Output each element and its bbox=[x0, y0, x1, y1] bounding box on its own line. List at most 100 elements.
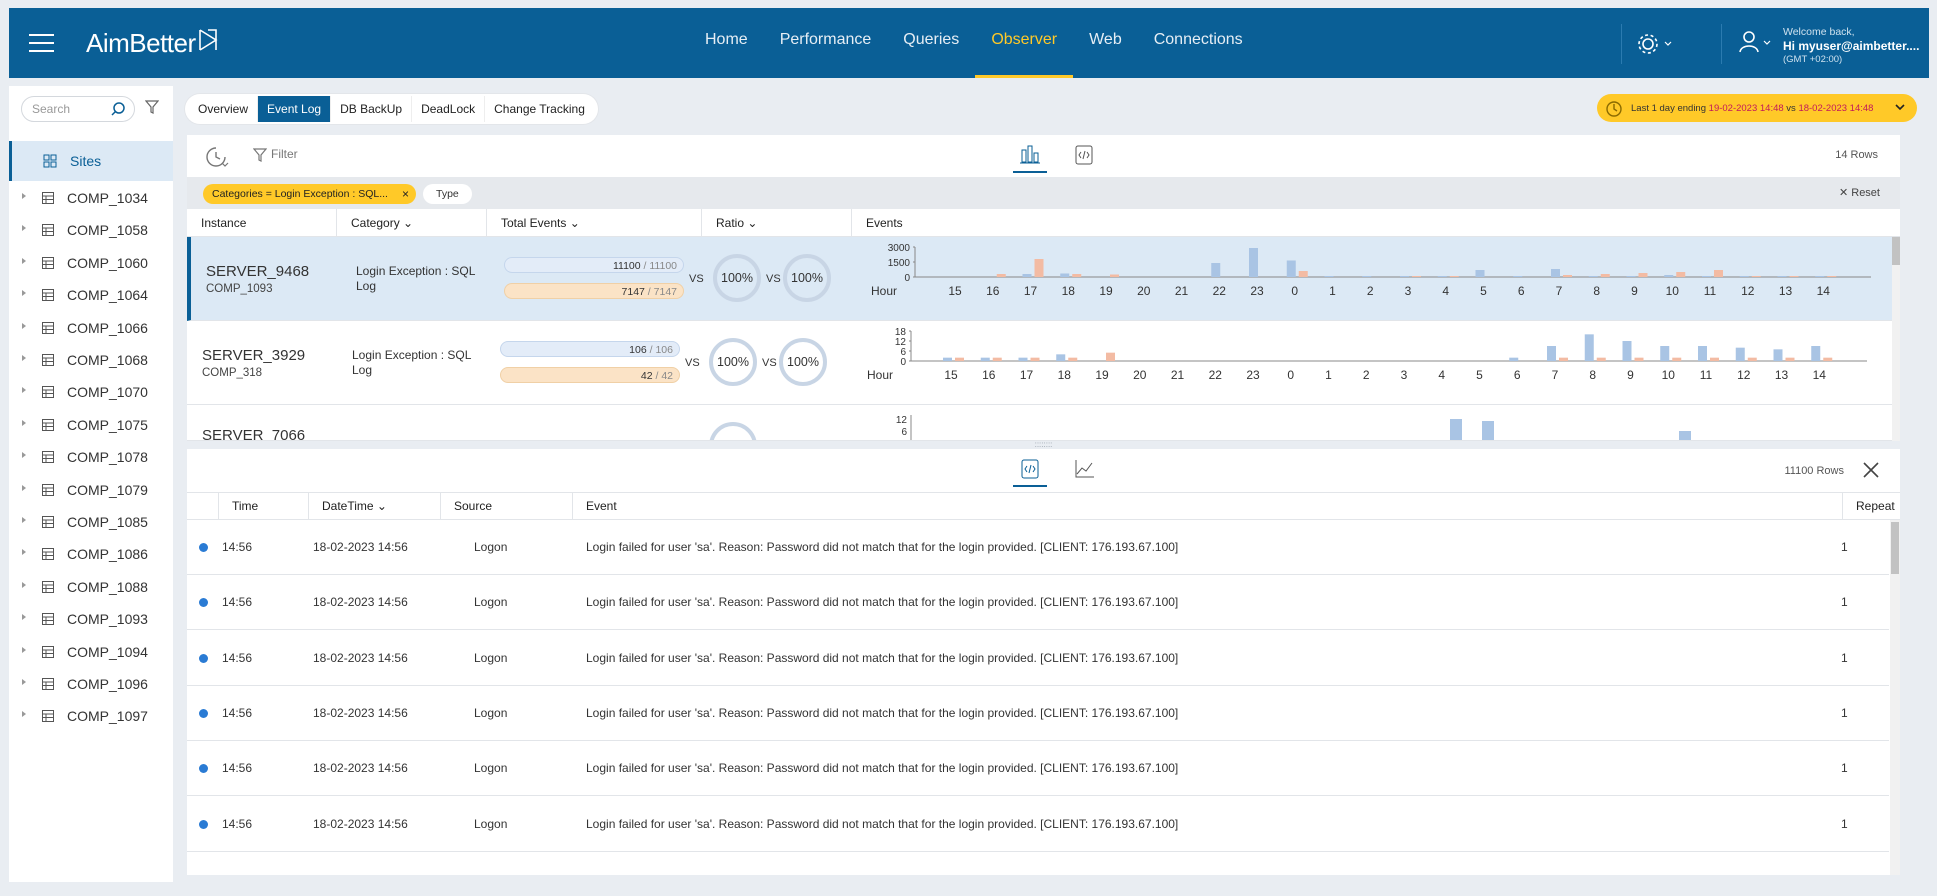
col-category[interactable]: Category ⌄ bbox=[337, 209, 487, 237]
nav-web[interactable]: Web bbox=[1073, 8, 1138, 78]
event-row[interactable]: 14:56 18-02-2023 14:56 Logon Login failed f… bbox=[187, 797, 1889, 852]
expand-arrow-icon[interactable] bbox=[22, 711, 26, 718]
sidebar-item-comp_1085[interactable]: COMP_1085 bbox=[9, 507, 173, 537]
col-instance[interactable]: Instance bbox=[187, 209, 337, 237]
expand-arrow-icon[interactable] bbox=[22, 322, 26, 329]
events-scrollbar[interactable] bbox=[1890, 520, 1900, 875]
history-icon[interactable] bbox=[205, 146, 231, 168]
code-icon bbox=[1021, 459, 1039, 479]
sidebar-item-comp_1070[interactable]: COMP_1070 bbox=[9, 377, 173, 407]
col-ratio[interactable]: Ratio ⌄ bbox=[702, 209, 852, 237]
tab-change-tracking[interactable]: Change Tracking bbox=[485, 96, 594, 122]
panel-resize-handle[interactable]: :::::::: bbox=[187, 441, 1900, 449]
close-icon[interactable] bbox=[1862, 461, 1880, 479]
header-divider bbox=[1721, 24, 1722, 64]
code-view-button[interactable] bbox=[1013, 455, 1047, 487]
chart-bar bbox=[1811, 346, 1821, 361]
tab-deadlock[interactable]: DeadLock bbox=[412, 96, 486, 122]
expand-arrow-icon[interactable] bbox=[22, 387, 26, 394]
expand-arrow-icon[interactable] bbox=[22, 193, 26, 199]
event-row[interactable]: 14:56 18-02-2023 14:56 Logon Login failed f… bbox=[187, 631, 1889, 686]
col-events[interactable]: Events bbox=[852, 209, 1892, 237]
chart-view-button[interactable] bbox=[1013, 141, 1047, 173]
chart-bar bbox=[1072, 274, 1082, 277]
sidebar-item-comp_1075[interactable]: COMP_1075 bbox=[9, 410, 173, 440]
expand-arrow-icon[interactable] bbox=[22, 549, 26, 556]
expand-arrow-icon[interactable] bbox=[22, 419, 26, 426]
instance-row[interactable]: SERVER_3929 COMP_318 Login Exception : S… bbox=[187, 321, 1900, 405]
expand-arrow-icon[interactable] bbox=[22, 517, 26, 523]
expand-arrow-icon[interactable] bbox=[22, 614, 26, 621]
nav-connections[interactable]: Connections bbox=[1138, 8, 1259, 78]
sidebar-item-sites[interactable]: Sites bbox=[9, 141, 173, 181]
settings-menu[interactable] bbox=[1637, 32, 1677, 56]
server-icon bbox=[42, 354, 54, 366]
search-input[interactable]: Search bbox=[21, 96, 135, 122]
sidebar-item-comp_1079[interactable]: COMP_1079 bbox=[9, 475, 173, 505]
expand-arrow-icon[interactable] bbox=[22, 646, 26, 653]
col-event[interactable]: Event bbox=[573, 493, 1843, 519]
col-source[interactable]: Source bbox=[441, 493, 573, 519]
col-total-events[interactable]: Total Events ⌄ bbox=[487, 209, 702, 237]
period-selector[interactable]: Last 1 day ending 19-02-2023 14:48 vs 18… bbox=[1597, 94, 1917, 122]
sidebar-item-comp_1094[interactable]: COMP_1094 bbox=[9, 637, 173, 667]
tab-overview[interactable]: Overview bbox=[189, 96, 259, 122]
x-tick-label: 3 bbox=[1401, 368, 1408, 382]
expand-arrow-icon[interactable] bbox=[22, 679, 26, 685]
current-ratio-ring bbox=[709, 422, 757, 440]
expand-arrow-icon[interactable] bbox=[22, 290, 26, 297]
instances-row-count: 14 Rows bbox=[1835, 149, 1878, 161]
event-time: 14:56 bbox=[222, 705, 253, 720]
chart-bar bbox=[1588, 276, 1598, 277]
events-chart: 12 6 bbox=[896, 415, 1691, 440]
event-row[interactable]: 14:56 18-02-2023 14:56 Logon Login failed f… bbox=[187, 575, 1889, 631]
event-row[interactable]: 14:56 18-02-2023 14:56 Logon Login failed f… bbox=[187, 686, 1889, 741]
reset-button[interactable]: ✕ Reset bbox=[1839, 186, 1880, 199]
sidebar-item-comp_1060[interactable]: COMP_1060 bbox=[9, 248, 173, 278]
line-chart-view-button[interactable] bbox=[1067, 455, 1101, 487]
sidebar-item-comp_1034[interactable]: COMP_1034 bbox=[9, 183, 173, 213]
col-datetime[interactable]: DateTime ⌄ bbox=[309, 493, 441, 519]
filter-button[interactable]: Filter bbox=[252, 147, 298, 162]
sidebar-item-comp_1086[interactable]: COMP_1086 bbox=[9, 539, 173, 569]
instance-row[interactable]: SERVER_9468 COMP_1093 Login Exception : … bbox=[187, 237, 1900, 321]
instances-scrollbar[interactable] bbox=[1892, 237, 1900, 441]
sidebar-item-comp_1096[interactable]: COMP_1096 bbox=[9, 669, 173, 699]
event-row[interactable]: 14:56 18-02-2023 14:56 Logon Login failed f… bbox=[187, 520, 1889, 575]
event-row[interactable]: 14:56 18-02-2023 14:56 Logon Login failed f… bbox=[187, 741, 1889, 797]
expand-arrow-icon[interactable] bbox=[22, 452, 26, 459]
sidebar-item-comp_1064[interactable]: COMP_1064 bbox=[9, 280, 173, 310]
user-menu[interactable]: Welcome back, Hi myuser@aimbetter.... (G… bbox=[1739, 22, 1929, 66]
sidebar-item-comp_1058[interactable]: COMP_1058 bbox=[9, 215, 173, 245]
expand-arrow-icon[interactable] bbox=[22, 257, 26, 264]
category-filter-chip[interactable]: Categories = Login Exception : SQL... × bbox=[203, 184, 416, 204]
nav-observer[interactable]: Observer bbox=[975, 8, 1073, 78]
code-view-button[interactable] bbox=[1067, 141, 1101, 173]
col-time[interactable]: Time bbox=[219, 493, 309, 519]
filter-icon bbox=[252, 148, 268, 162]
expand-arrow-icon[interactable] bbox=[22, 581, 26, 588]
type-filter-chip[interactable]: Type bbox=[423, 184, 472, 204]
tab-db-backup[interactable]: DB BackUp bbox=[331, 96, 413, 122]
expand-arrow-icon[interactable] bbox=[22, 225, 26, 232]
expand-arrow-icon[interactable] bbox=[22, 484, 26, 491]
sidebar-item-comp_1078[interactable]: COMP_1078 bbox=[9, 442, 173, 472]
nav-queries[interactable]: Queries bbox=[887, 8, 975, 78]
sidebar-item-comp_1097[interactable]: COMP_1097 bbox=[9, 701, 173, 731]
expand-arrow-icon[interactable] bbox=[22, 355, 26, 361]
sidebar-item-comp_1066[interactable]: COMP_1066 bbox=[9, 313, 173, 343]
instance-row[interactable]: SERVER_7066 12 6 bbox=[187, 405, 1900, 441]
nav-home[interactable]: Home bbox=[689, 8, 764, 78]
filter-icon[interactable] bbox=[145, 100, 159, 114]
chart-bar bbox=[1450, 419, 1462, 440]
sidebar-item-comp_1093[interactable]: COMP_1093 bbox=[9, 604, 173, 634]
nav-performance[interactable]: Performance bbox=[764, 8, 888, 78]
sidebar-item-comp_1068[interactable]: COMP_1068 bbox=[9, 345, 173, 375]
sidebar-item-comp_1088[interactable]: COMP_1088 bbox=[9, 572, 173, 602]
brand-logo[interactable]: AimBetter bbox=[86, 28, 218, 59]
chart-bar bbox=[1437, 276, 1447, 277]
menu-icon[interactable] bbox=[29, 34, 54, 53]
tab-event-log[interactable]: Event Log bbox=[258, 96, 332, 122]
col-repeat[interactable]: Repeat bbox=[1843, 493, 1900, 519]
remove-filter-icon[interactable]: × bbox=[402, 184, 409, 204]
